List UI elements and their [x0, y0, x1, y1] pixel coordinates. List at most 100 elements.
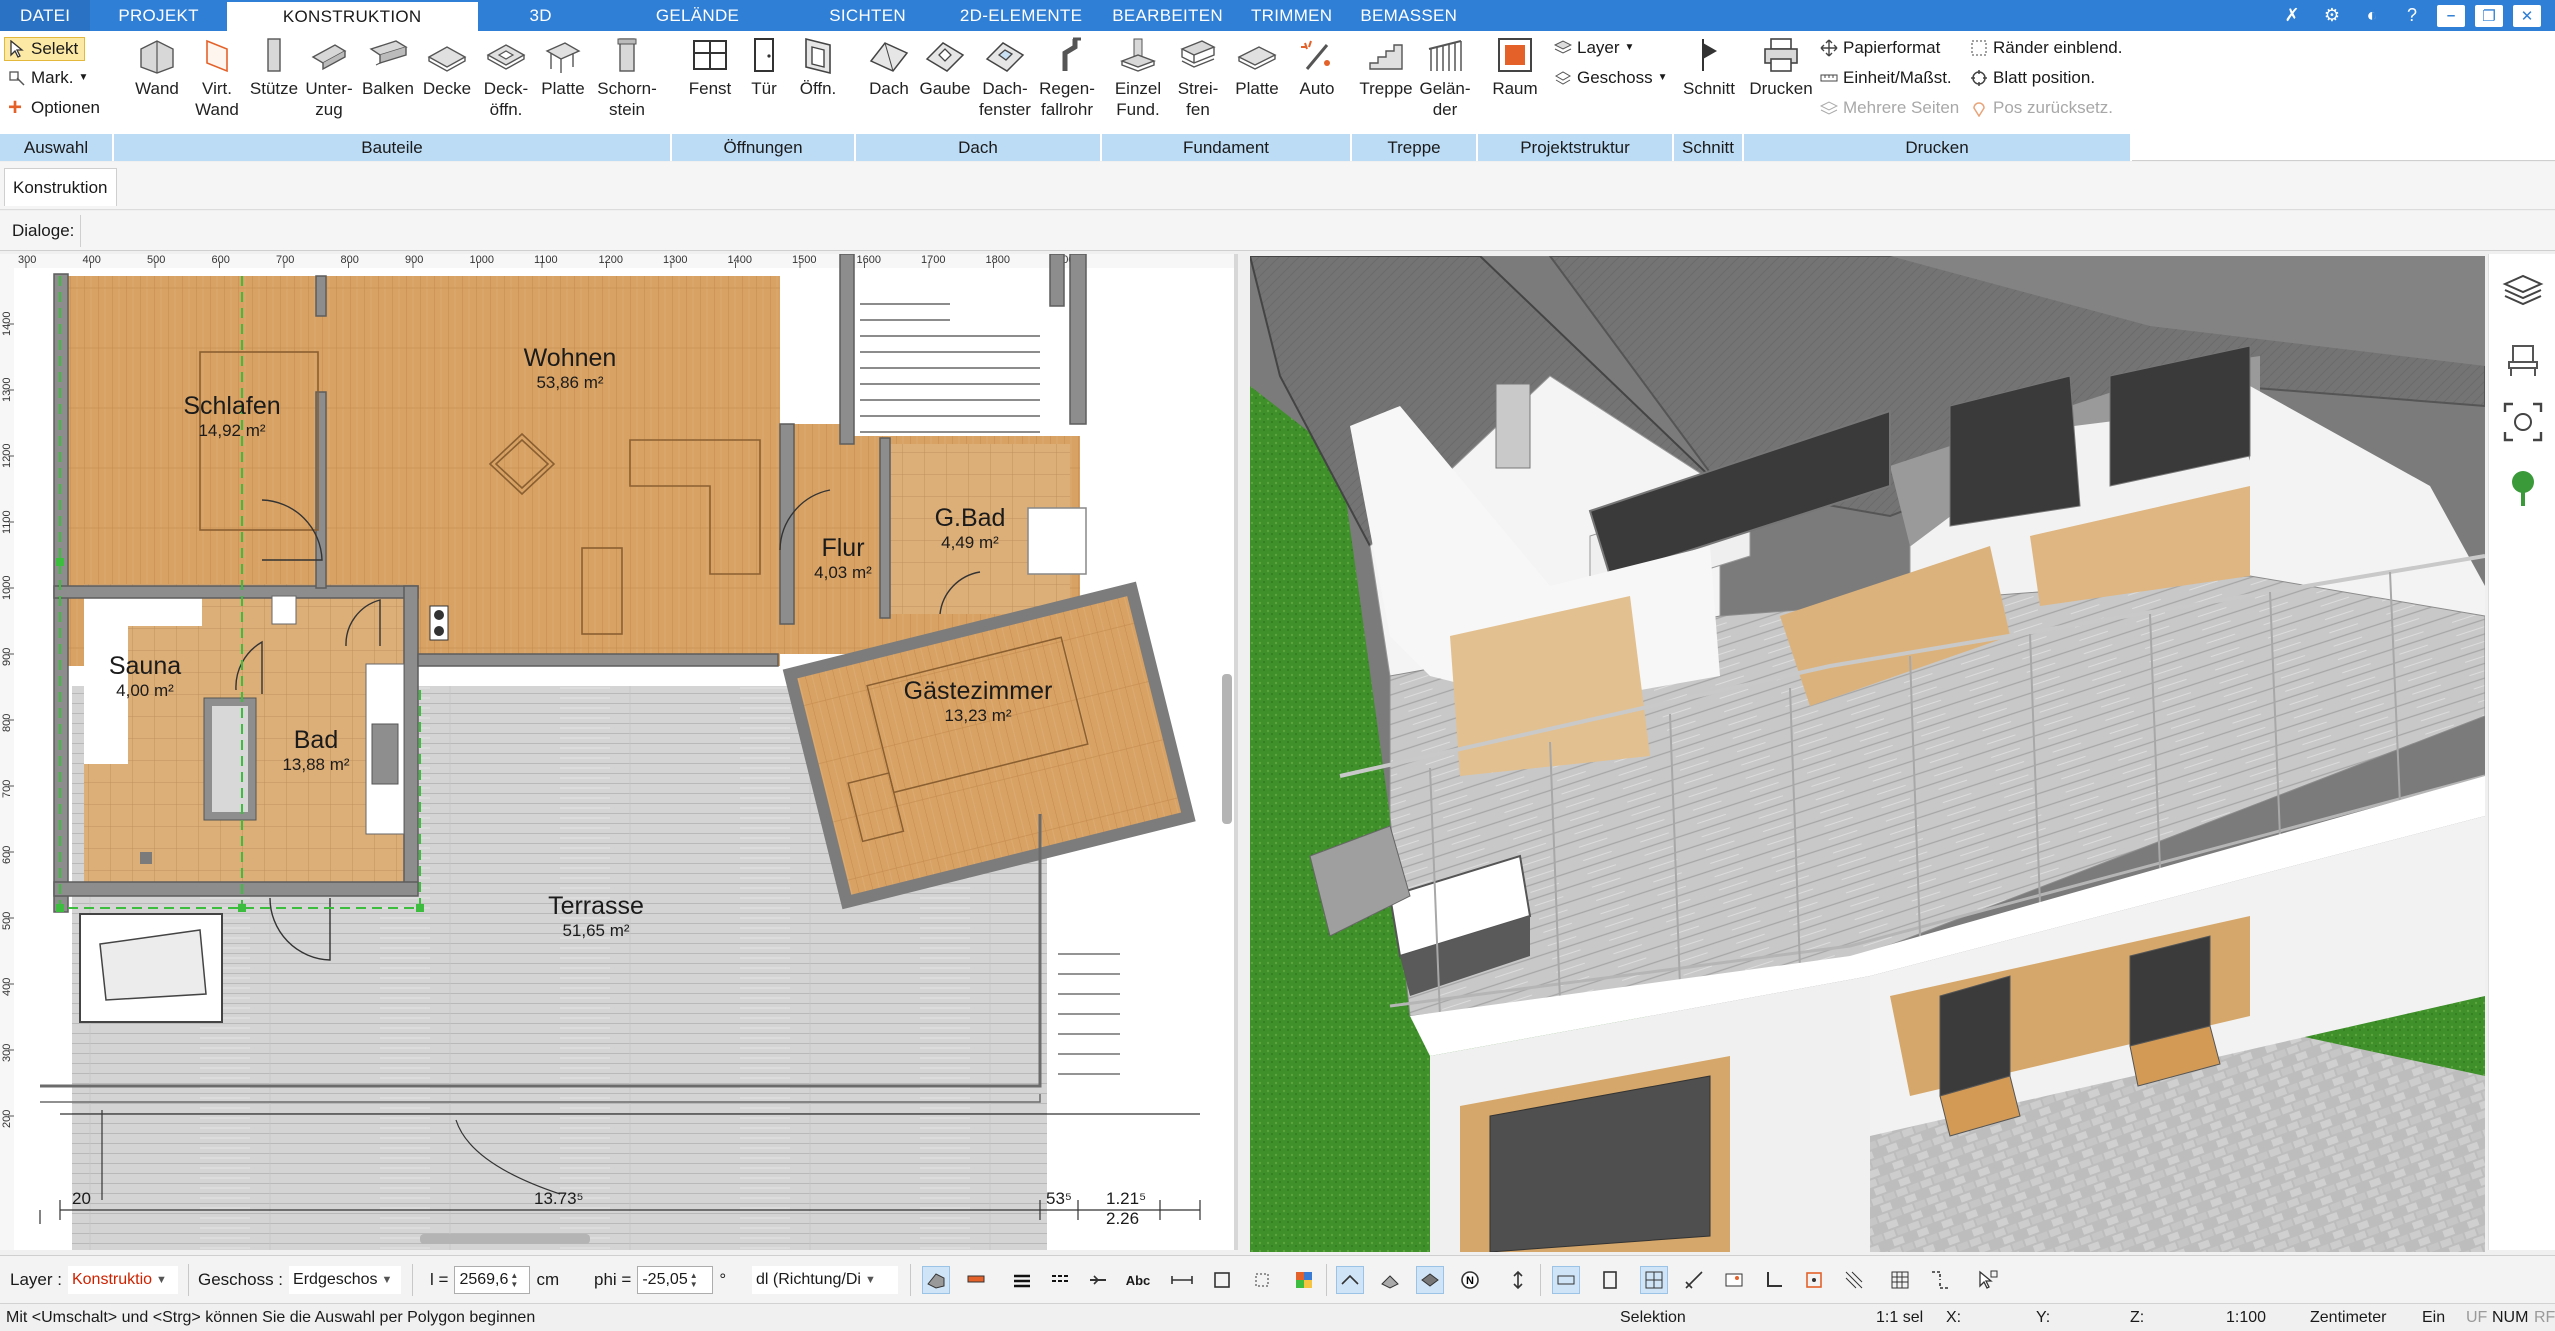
- gelaender-button[interactable]: Gelän- der: [1416, 35, 1474, 120]
- blatt-position-button[interactable]: Blatt position.: [1970, 67, 2095, 89]
- papierformat-label: Papierformat: [1843, 38, 1941, 57]
- tab-konstruktion[interactable]: Konstruktion: [4, 168, 117, 206]
- line-thick-icon[interactable]: [1008, 1266, 1036, 1294]
- deckenoeffnung-button[interactable]: Deck- öffn.: [476, 35, 536, 120]
- snap-corner-icon[interactable]: [1248, 1266, 1276, 1294]
- settings-icon[interactable]: ⚙: [2317, 4, 2347, 28]
- snap-point-icon[interactable]: [1800, 1266, 1828, 1294]
- auto-button[interactable]: Auto: [1288, 35, 1346, 99]
- plan-horizontal-scrollbar[interactable]: [420, 1234, 590, 1244]
- geschoss-button[interactable]: Geschoss ▼: [1554, 67, 1668, 89]
- geschoss-select[interactable]: Erdgeschos ▼: [289, 1266, 402, 1294]
- pos-zuruecksetzen-button[interactable]: Pos zurücksetz.: [1970, 97, 2113, 119]
- floor-plan-view[interactable]: 300 400 500 600 700 800 900 1000 1100 1200 1300 140…: [0, 254, 1238, 1250]
- drucken-button[interactable]: Drucken: [1748, 35, 1814, 99]
- mehrere-seiten-button[interactable]: Mehrere Seiten: [1819, 97, 1959, 119]
- fenster-button[interactable]: Fenst: [682, 35, 738, 99]
- length-input[interactable]: 2569,6 ▲ ▼: [454, 1266, 531, 1294]
- layers-view-icon[interactable]: [2501, 268, 2545, 312]
- unterzug-button[interactable]: Unter- zug: [300, 35, 358, 120]
- phi-spinner[interactable]: ▲ ▼: [690, 1271, 698, 1289]
- grid-icon[interactable]: [1886, 1266, 1914, 1294]
- north-icon[interactable]: N: [1456, 1266, 1484, 1294]
- einheit-massstab-button[interactable]: Einheit/Maßst.: [1820, 67, 1952, 89]
- oeffnung-button[interactable]: Öffn.: [790, 35, 846, 99]
- menu-tab-2d-elemente[interactable]: 2D-ELEMENTE: [944, 0, 1098, 31]
- corner-icon[interactable]: [1760, 1266, 1788, 1294]
- room-label[interactable]: Wohnen53,86 m²: [524, 344, 617, 392]
- snap-icon[interactable]: [1208, 1266, 1236, 1294]
- papierformat-button[interactable]: Papierformat: [1820, 37, 1940, 59]
- decke-button[interactable]: Decke: [418, 35, 476, 99]
- layer-button[interactable]: Layer ▼: [1553, 37, 1634, 59]
- wand-button[interactable]: Wand: [128, 35, 186, 99]
- room-label[interactable]: G.Bad4,49 m²: [935, 504, 1006, 552]
- phi-input[interactable]: -25,05 ▲ ▼: [637, 1266, 714, 1294]
- measure-icon[interactable]: [1680, 1266, 1708, 1294]
- line-dashed-icon[interactable]: [1046, 1266, 1074, 1294]
- height-icon[interactable]: [1504, 1266, 1532, 1294]
- frame-icon[interactable]: [1596, 1266, 1624, 1294]
- length-spinner[interactable]: ▲ ▼: [510, 1271, 518, 1289]
- fundament-platte-button[interactable]: Platte: [1228, 35, 1286, 99]
- room-label[interactable]: Sauna4,00 m²: [109, 652, 181, 700]
- tools-icon[interactable]: ✗: [2277, 4, 2307, 28]
- wall-layer-icon[interactable]: [922, 1266, 950, 1294]
- minimize-icon[interactable]: –: [2437, 4, 2465, 27]
- close-icon[interactable]: ✕: [2513, 4, 2541, 27]
- color-icon[interactable]: [1290, 1266, 1318, 1294]
- raum-button[interactable]: Raum: [1482, 35, 1548, 99]
- view-wire-icon[interactable]: [1336, 1266, 1364, 1294]
- 3d-view[interactable]: [1250, 256, 2485, 1252]
- view-solid-icon[interactable]: [1416, 1266, 1444, 1294]
- schnitt-button[interactable]: Schnitt: [1678, 35, 1740, 99]
- zoom-extents-icon[interactable]: [2501, 400, 2545, 444]
- optionen-button[interactable]: + Optionen: [8, 96, 100, 120]
- tuer-button[interactable]: Tür: [738, 35, 790, 99]
- room-label[interactable]: Flur4,03 m²: [814, 534, 872, 582]
- plan-icon[interactable]: [1640, 1266, 1668, 1294]
- image-icon[interactable]: [1720, 1266, 1748, 1294]
- streifen-button[interactable]: Strei- fen: [1168, 35, 1228, 120]
- help-icon[interactable]: ?: [2397, 4, 2427, 28]
- furniture-icon[interactable]: [2501, 338, 2545, 382]
- selekt-button[interactable]: Selekt: [4, 37, 86, 61]
- platte-button[interactable]: Platte: [534, 35, 592, 99]
- view-hatch-icon[interactable]: [1376, 1266, 1404, 1294]
- tree-icon[interactable]: [2501, 466, 2545, 510]
- dl-select[interactable]: dl (Richtung/Di ▼: [752, 1266, 898, 1294]
- gaube-button[interactable]: Gaube: [916, 35, 974, 99]
- menu-tab-datei[interactable]: DATEI: [0, 0, 91, 31]
- schornstein-button[interactable]: Schorn- stein: [592, 35, 662, 120]
- dach-button[interactable]: Dach: [862, 35, 916, 99]
- stuetze-button[interactable]: Stütze: [244, 35, 304, 99]
- palette-icon[interactable]: ◐: [2357, 4, 2387, 28]
- menu-tab-konstruktion[interactable]: KONSTRUKTION: [226, 2, 478, 31]
- text-abc-icon[interactable]: Abc: [1124, 1266, 1152, 1294]
- dimension-icon[interactable]: [1168, 1266, 1196, 1294]
- trim-icon[interactable]: [1926, 1266, 1954, 1294]
- einzelfundament-button[interactable]: Einzel Fund.: [1108, 35, 1168, 120]
- raender-button[interactable]: Ränder einblend.: [1970, 37, 2122, 59]
- menu-tab-3d[interactable]: 3D: [478, 0, 604, 31]
- dachfenster-button[interactable]: Dach- fenster: [972, 35, 1038, 120]
- mark-button[interactable]: Mark. ▼: [8, 67, 88, 89]
- treppe-button[interactable]: Treppe: [1356, 35, 1416, 99]
- restore-icon[interactable]: ❐: [2475, 4, 2503, 27]
- menu-tab-bearbeiten[interactable]: BEARBEITEN: [1098, 0, 1237, 31]
- pattern-icon[interactable]: [1840, 1266, 1868, 1294]
- wall-style-icon[interactable]: [962, 1266, 990, 1294]
- regenfallrohr-button[interactable]: Regen- fallrohr: [1034, 35, 1100, 120]
- menu-tab-bemassen[interactable]: BEMASSEN: [1346, 0, 1471, 31]
- hatch-icon[interactable]: [1084, 1266, 1112, 1294]
- balken-button[interactable]: Balken: [358, 35, 418, 99]
- menu-tab-trimmen[interactable]: TRIMMEN: [1237, 0, 1346, 31]
- cursor-snap-icon[interactable]: [1974, 1266, 2002, 1294]
- grid-toggle-icon[interactable]: [1552, 1266, 1580, 1294]
- menu-tab-projekt[interactable]: PROJEKT: [90, 0, 227, 31]
- plan-vertical-scrollbar[interactable]: [1222, 674, 1232, 824]
- layer-select[interactable]: Konstruktio ▼: [67, 1266, 178, 1294]
- menu-tab-sichten[interactable]: SICHTEN: [791, 0, 944, 31]
- virt-wand-button[interactable]: Virt. Wand: [184, 35, 250, 120]
- menu-tab-gelaende[interactable]: GELÄNDE: [604, 0, 791, 31]
